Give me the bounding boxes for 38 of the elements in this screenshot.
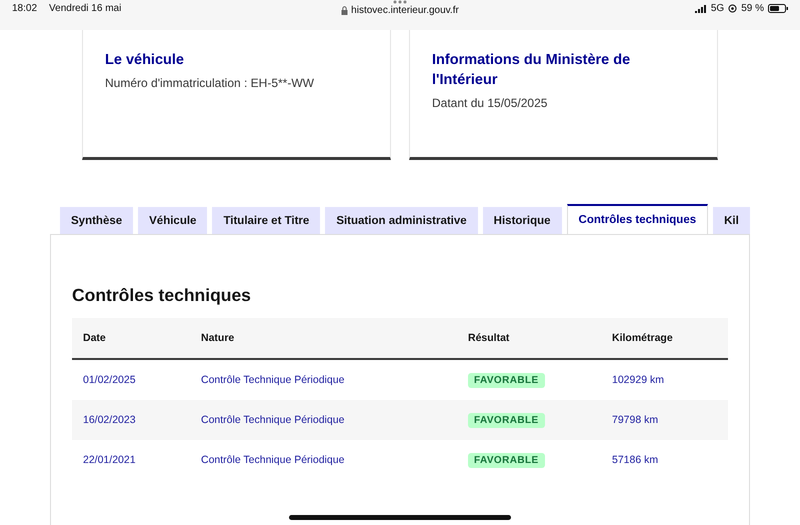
- network-text: 5G: [710, 3, 724, 14]
- date-link[interactable]: 16/02/2023: [83, 414, 201, 426]
- card-text: Numéro d'immatriculation : EH-5**-WW: [105, 76, 315, 90]
- column-header: Kilométrage: [612, 332, 674, 344]
- mileage-text: 102929 km: [612, 374, 665, 386]
- tab[interactable]: Synthèse: [60, 207, 134, 234]
- result-badge: FAVORABLE: [468, 452, 545, 468]
- card-text: Datant du 15/05/2025: [432, 96, 548, 110]
- signal-icon: [694, 4, 707, 12]
- tab[interactable]: Véhicule: [138, 207, 208, 234]
- nature-link[interactable]: Contrôle Technique Périodique: [201, 454, 468, 466]
- column-header: Nature: [201, 332, 236, 344]
- section-title: Contrôles techniques: [72, 285, 252, 306]
- card-title: Le véhicule: [105, 51, 185, 70]
- mileage-text: 79798 km: [612, 414, 660, 426]
- nature-link[interactable]: Contrôle Technique Périodique: [201, 374, 468, 386]
- nature-link[interactable]: Contrôle Technique Périodique: [201, 414, 468, 426]
- mileage-text: 57186 km: [612, 454, 660, 466]
- lock-icon: [341, 6, 348, 15]
- result-badge: FAVORABLE: [468, 372, 545, 388]
- url-text[interactable]: histovec.interieur.gouv.fr: [351, 5, 459, 16]
- column-header: Résultat: [468, 332, 510, 344]
- tab[interactable]: Contrôles techniques: [566, 204, 708, 234]
- tab[interactable]: Situation administrative: [325, 207, 478, 234]
- more-icon[interactable]: [393, 0, 407, 4]
- card-title: Informations du Ministère de l'Intérieur: [432, 51, 632, 90]
- result-badge: FAVORABLE: [468, 412, 545, 428]
- battery-icon: [768, 4, 788, 13]
- tab[interactable]: Kil: [713, 207, 750, 234]
- clock-time: 18:02: [12, 3, 38, 14]
- column-header: Date: [83, 332, 107, 344]
- date-link[interactable]: 01/02/2025: [83, 374, 201, 386]
- date-text: Vendredi 16 mai: [49, 3, 122, 14]
- tab[interactable]: Titulaire et Titre: [212, 207, 320, 234]
- date-link[interactable]: 22/01/2021: [83, 454, 201, 466]
- tab[interactable]: Historique: [482, 207, 562, 234]
- battery-text: 59 %: [741, 3, 764, 14]
- location-icon: [728, 4, 738, 13]
